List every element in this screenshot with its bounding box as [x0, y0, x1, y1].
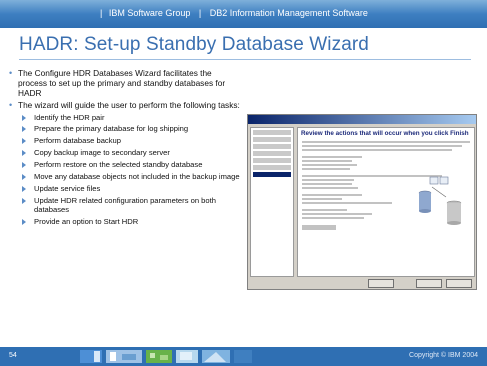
- page-number: 54: [9, 352, 17, 359]
- sub-bullet-item: Copy backup image to secondary server: [8, 148, 240, 157]
- wizard-titlebar: [248, 115, 476, 124]
- summary-line: [302, 145, 462, 147]
- title-divider: [19, 59, 471, 60]
- triangle-arrow-icon: [22, 174, 26, 181]
- triangle-arrow-icon: [22, 219, 26, 226]
- sub-bullet-text: Move any database objects not included i…: [34, 172, 240, 182]
- database-servers-icon: [418, 176, 462, 225]
- sub-bullet-item: Move any database objects not included i…: [8, 172, 240, 181]
- wizard-step: [253, 137, 291, 142]
- summary-line: [302, 225, 336, 230]
- wizard-step: [253, 151, 291, 156]
- summary-line: [302, 187, 358, 189]
- sub-bullet-text: Update service files: [34, 183, 101, 193]
- header-separator-left: |: [100, 8, 103, 18]
- sub-bullet-text: Perform restore on the selected standby …: [34, 160, 203, 170]
- summary-line: [302, 202, 392, 204]
- triangle-arrow-icon: [22, 185, 26, 192]
- header-separator: |: [198, 8, 202, 18]
- summary-line: [302, 194, 362, 196]
- summary-line: [302, 213, 372, 215]
- sub-bullet-text: Provide an option to Start HDR: [34, 217, 139, 227]
- summary-line: [302, 209, 347, 211]
- wizard-cancel-button: [446, 279, 472, 288]
- triangle-arrow-icon: [22, 126, 26, 133]
- sub-bullet-text: Perform database backup: [34, 136, 121, 146]
- wizard-back-button: [368, 279, 394, 288]
- wizard-step: [253, 144, 291, 149]
- summary-line: [302, 179, 354, 181]
- summary-line: [302, 141, 470, 143]
- slide-header: | IBM Software Group | DB2 Information M…: [0, 0, 487, 28]
- bullet-item: • The Configure HDR Databases Wizard fac…: [8, 68, 240, 98]
- bullet-dot-icon: •: [9, 68, 13, 78]
- sub-bullet-item: Perform restore on the selected standby …: [8, 160, 240, 169]
- summary-line: [302, 164, 357, 166]
- bullet-item: • The wizard will guide the user to perf…: [8, 100, 240, 110]
- bullet-dot-icon: •: [9, 100, 13, 110]
- sub-bullet-item: Update HDR related configuration paramet…: [8, 196, 240, 215]
- wizard-screenshot: Review the actions that will occur when …: [247, 114, 477, 290]
- bullet-list: • The Configure HDR Databases Wizard fac…: [8, 68, 240, 227]
- summary-line: [302, 160, 352, 162]
- wizard-step: [253, 158, 291, 163]
- wizard-step-list: [250, 127, 294, 277]
- bullet-text: The wizard will guide the user to perfor…: [18, 100, 240, 110]
- wizard-heading: Review the actions that will occur when …: [301, 130, 469, 137]
- wizard-step: [253, 165, 291, 170]
- slide-footer: 54 Copyright © IBM 2004: [0, 347, 487, 366]
- sub-bullet-item: Identify the HDR pair: [8, 113, 240, 122]
- wizard-step-selected: [253, 172, 291, 177]
- sub-bullet-item: Update service files: [8, 184, 240, 193]
- header-division: DB2 Information Management Software: [209, 8, 368, 18]
- summary-line: [302, 149, 452, 151]
- triangle-arrow-icon: [22, 197, 26, 204]
- sub-bullet-item: Provide an option to Start HDR: [8, 217, 240, 226]
- header-text: | IBM Software Group | DB2 Information M…: [100, 8, 368, 18]
- triangle-arrow-icon: [22, 114, 26, 121]
- summary-line: [302, 198, 342, 200]
- wizard-step: [253, 130, 291, 135]
- sub-bullet-text: Copy backup image to secondary server: [34, 148, 170, 158]
- summary-line: [302, 156, 362, 158]
- wizard-finish-button: [416, 279, 442, 288]
- triangle-arrow-icon: [22, 162, 26, 169]
- sub-bullet-text: Identify the HDR pair: [34, 112, 105, 122]
- sub-bullet-item: Perform database backup: [8, 136, 240, 145]
- triangle-arrow-icon: [22, 150, 26, 157]
- header-company: IBM Software Group: [108, 8, 191, 18]
- sub-bullet-item: Prepare the primary database for log shi…: [8, 124, 240, 133]
- sub-bullet-text: Prepare the primary database for log shi…: [34, 124, 189, 134]
- footer-image-strip: [80, 350, 252, 363]
- copyright-text: Copyright © IBM 2004: [409, 352, 478, 359]
- summary-line: [302, 183, 352, 185]
- slide-title: HADR: Set-up Standby Database Wizard: [19, 34, 369, 55]
- sub-bullet-text: Update HDR related configuration paramet…: [34, 195, 216, 215]
- summary-line: [302, 168, 350, 170]
- triangle-arrow-icon: [22, 138, 26, 145]
- summary-line: [302, 217, 364, 219]
- bullet-text: The Configure HDR Databases Wizard facil…: [18, 68, 226, 98]
